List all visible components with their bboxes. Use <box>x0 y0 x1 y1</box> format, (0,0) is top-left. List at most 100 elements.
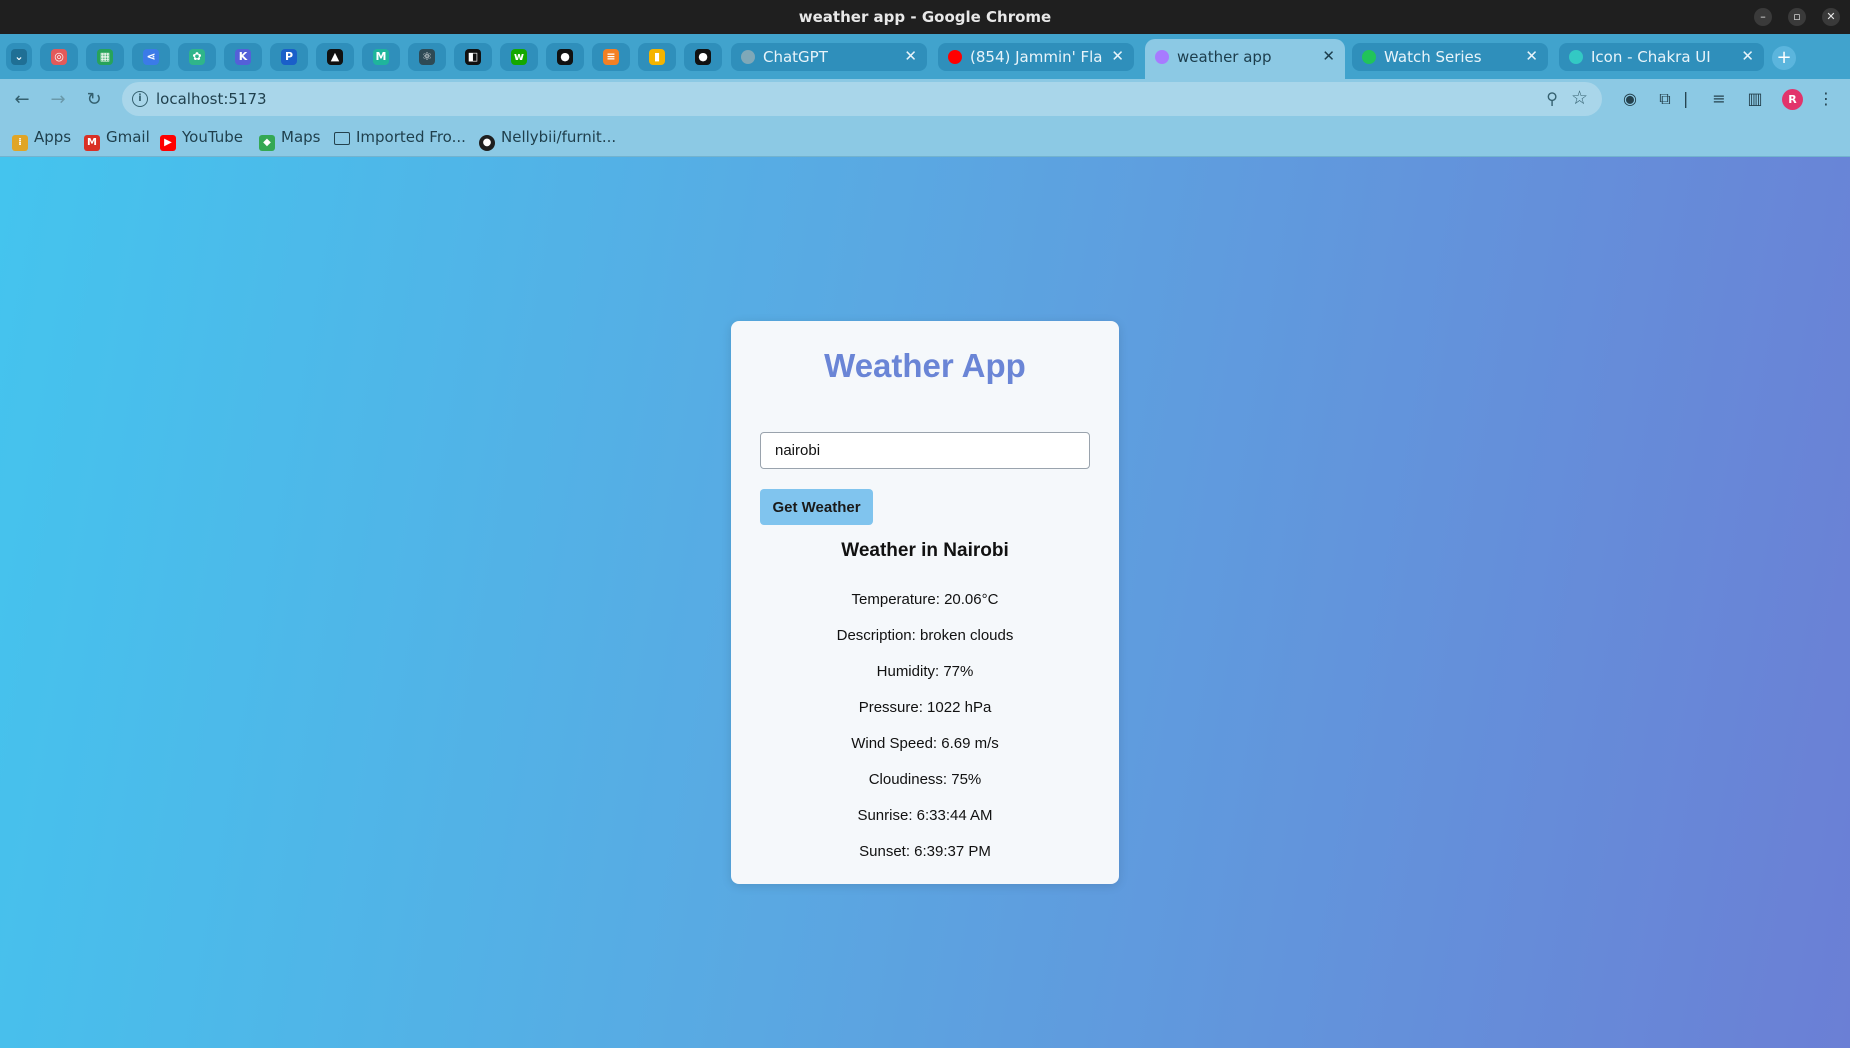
pinned-tab[interactable]: ⚛ <box>408 43 446 71</box>
paypal-icon: P <box>281 49 297 65</box>
bookmark-maps[interactable]: ◆ Maps <box>259 128 320 151</box>
tab-label: Watch Series <box>1384 48 1482 66</box>
address-bar[interactable]: i localhost:5173 ⚲ ☆ <box>122 82 1602 116</box>
tab-label: weather app <box>1177 48 1272 66</box>
bookmarks-bar: ⁞ Apps M Gmail ▶ YouTube ◆ Maps Imported Fro… <box>0 120 1850 157</box>
pressure-text: Pressure: 1022 hPa <box>858 699 992 716</box>
weather-heading: Weather in Nairobi <box>841 540 1009 561</box>
arrow-left-icon: ← <box>14 89 30 110</box>
site-info-icon[interactable]: i <box>132 91 148 107</box>
reload-button[interactable]: ↻ <box>82 88 106 112</box>
new-tab-button[interactable]: + <box>1772 46 1796 70</box>
pinned-tab[interactable]: ⋖ <box>132 43 170 71</box>
tab-weather-app[interactable]: weather app ✕ <box>1145 39 1345 79</box>
menu-kebab-icon[interactable]: ⋮ <box>1816 89 1836 109</box>
chatgpt-icon <box>741 50 755 64</box>
wind-speed-text: Wind Speed: 6.69 m/s <box>851 735 999 752</box>
tab-watch-series[interactable]: Watch Series ✕ <box>1352 43 1548 71</box>
github-icon: ● <box>557 49 573 65</box>
tab-label: (854) Jammin' Fla <box>970 48 1103 66</box>
tab-chatgpt[interactable]: ChatGPT ✕ <box>731 43 927 71</box>
tab-strip: ⌄ ◎ ▦ ⋖ ✿ K P ▲ M ⚛ ◧ w ● ≡ ▮ ● ChatGPT ✕ (854) Jammin' … <box>0 34 1850 79</box>
close-window-button[interactable]: ✕ <box>1822 8 1840 26</box>
maps-icon: ◆ <box>259 135 275 151</box>
youtube-icon <box>948 50 962 64</box>
youtube-icon: ▶ <box>160 135 176 151</box>
arrow-right-icon: → <box>50 89 66 110</box>
pinned-tab[interactable]: ✿ <box>178 43 216 71</box>
folder-icon <box>334 132 350 145</box>
pinned-tab[interactable]: M <box>362 43 400 71</box>
pinned-tab[interactable]: ◧ <box>454 43 492 71</box>
bookmark-youtube[interactable]: ▶ YouTube <box>160 128 243 151</box>
sunrise-text: Sunrise: 6:33:44 AM <box>857 807 993 824</box>
tab-icon-chakra-ui[interactable]: Icon - Chakra UI ✕ <box>1559 43 1764 71</box>
close-tab-icon[interactable]: ✕ <box>1525 47 1538 65</box>
forward-button[interactable]: → <box>46 88 70 112</box>
window-title: weather app - Google Chrome <box>798 8 1052 26</box>
maximize-button[interactable]: ▫ <box>1788 8 1806 26</box>
vite-icon <box>1155 50 1169 64</box>
github-icon: ● <box>695 49 711 65</box>
humidity-text: Humidity: 77% <box>876 663 974 680</box>
sunset-text: Sunset: 6:39:37 PM <box>859 843 991 860</box>
media-control-icon[interactable]: ≡ <box>1709 89 1729 109</box>
minimize-button[interactable]: – <box>1754 8 1772 26</box>
vercel-icon: ▲ <box>327 49 343 65</box>
app-title: Weather App <box>824 347 1026 384</box>
pinned-tab[interactable]: ● <box>684 43 722 71</box>
pinned-tab[interactable]: ▦ <box>86 43 124 71</box>
get-weather-button[interactable]: Get Weather <box>760 489 873 525</box>
toolbar-divider: | <box>1683 89 1689 108</box>
play-icon <box>1362 50 1376 64</box>
analytics-icon: ▮ <box>649 49 665 65</box>
tab-label: ChatGPT <box>763 48 828 66</box>
upwork-icon: w <box>511 49 527 65</box>
github-icon: ● <box>479 135 495 151</box>
kotlin-icon: K <box>235 49 251 65</box>
bookmark-gmail[interactable]: M Gmail <box>84 128 150 151</box>
pinned-tab[interactable]: w <box>500 43 538 71</box>
bookmark-nellybii[interactable]: ● Nellybii/furnit... <box>479 128 616 151</box>
pinned-tab[interactable]: K <box>224 43 262 71</box>
back-button[interactable]: ← <box>10 88 34 112</box>
reload-icon: ↻ <box>86 89 102 110</box>
temperature-text: Temperature: 20.06°C <box>851 591 999 608</box>
profile-avatar[interactable]: R <box>1782 89 1803 110</box>
cloudiness-text: Cloudiness: 75% <box>868 771 982 788</box>
address-url[interactable]: localhost:5173 <box>156 90 267 108</box>
close-tab-icon[interactable]: ✕ <box>1322 47 1335 65</box>
pinned-tab[interactable]: ● <box>546 43 584 71</box>
share-icon: ⋖ <box>143 49 159 65</box>
chevron-down-icon: ⌄ <box>11 49 27 65</box>
stackoverflow-icon: ≡ <box>603 49 619 65</box>
city-input[interactable] <box>760 432 1090 469</box>
extensions-puzzle-icon[interactable]: ⧉ <box>1655 89 1675 109</box>
pinned-tab[interactable]: ▮ <box>638 43 676 71</box>
tab-label: Icon - Chakra UI <box>1591 48 1711 66</box>
sheets-icon: ▦ <box>97 49 113 65</box>
chatgpt-icon: ✿ <box>189 49 205 65</box>
opera-gx-icon: ◎ <box>51 49 67 65</box>
chakra-icon <box>1569 50 1583 64</box>
tab-854-jammin-fla[interactable]: (854) Jammin' Fla ✕ <box>938 43 1134 71</box>
react-icon: ⚛ <box>419 49 435 65</box>
pinned-tab[interactable]: P <box>270 43 308 71</box>
pinned-tab[interactable]: ≡ <box>592 43 630 71</box>
pinned-tab[interactable]: ▲ <box>316 43 354 71</box>
close-tab-icon[interactable]: ✕ <box>1741 47 1754 65</box>
tab-search-button[interactable]: ⌄ <box>6 43 32 71</box>
zoom-icon[interactable]: ⚲ <box>1546 89 1558 108</box>
pinned-tab[interactable]: ◎ <box>40 43 78 71</box>
bookmark-apps[interactable]: ⁞ Apps <box>12 128 71 151</box>
browser-toolbar: ← → ↻ i localhost:5173 ⚲ ☆ ◉ ⧉ | ≡ ▥ R ⋮ <box>0 79 1850 120</box>
side-panel-icon[interactable]: ▥ <box>1745 89 1765 109</box>
close-tab-icon[interactable]: ✕ <box>1111 47 1124 65</box>
gmail-icon: M <box>84 135 100 151</box>
mui-icon: M <box>373 49 389 65</box>
bookmark-star-icon[interactable]: ☆ <box>1571 87 1588 109</box>
close-tab-icon[interactable]: ✕ <box>904 47 917 65</box>
bookmark-imported-folder[interactable]: Imported Fro... <box>334 128 466 146</box>
apps-grid-icon: ⁞ <box>12 135 28 151</box>
extension-owl-icon[interactable]: ◉ <box>1620 89 1640 109</box>
